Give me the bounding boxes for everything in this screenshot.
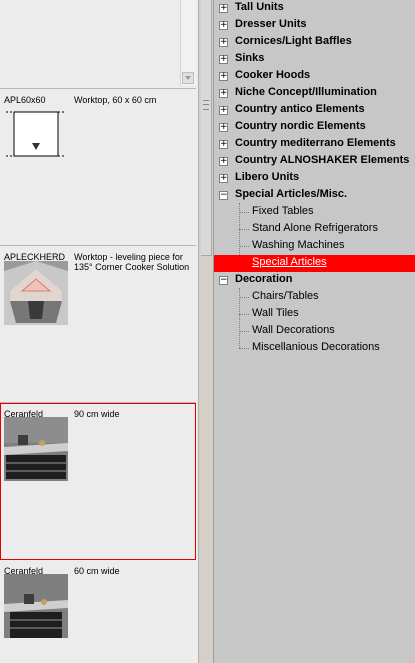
scrollbar-thumb[interactable] — [201, 0, 212, 256]
tree-item-label: Cooker Hoods — [235, 69, 311, 81]
tree-item-decoration[interactable]: − Decoration — [214, 272, 415, 289]
tree-item-dresser-units[interactable]: + Dresser Units — [214, 17, 415, 34]
cooker-thumbnail — [4, 417, 68, 481]
item-description: Worktop - leveling piece for 135° Corner… — [74, 252, 190, 272]
tree-item-cornices[interactable]: + Cornices/Light Baffles — [214, 34, 415, 51]
expand-icon[interactable]: + — [219, 123, 228, 132]
catalog-item-empty[interactable] — [0, 0, 196, 89]
tree-item-label: Sinks — [235, 52, 265, 64]
tree-item-label: Cornices/Light Baffles — [235, 35, 352, 47]
expand-icon[interactable]: + — [219, 89, 228, 98]
tree-item-label: Chairs/Tables — [252, 290, 319, 302]
worktop-thumbnail — [6, 111, 66, 157]
catalog-item[interactable]: APL60x60 Worktop, 60 x 60 cm — [0, 89, 196, 246]
expand-icon[interactable]: + — [219, 55, 228, 64]
expand-icon[interactable]: + — [219, 157, 228, 166]
item-description: 90 cm wide — [74, 409, 120, 419]
category-tree: + Tall Units + Dresser Units + Cornices/… — [214, 0, 415, 663]
tree-child-wall-tiles[interactable]: Wall Tiles — [214, 306, 415, 323]
tree-item-label: Libero Units — [235, 171, 300, 183]
tree-child-chairs-tables[interactable]: Chairs/Tables — [214, 289, 415, 306]
corner-worktop-thumbnail — [4, 261, 68, 325]
tree-item-label: Niche Concept/Illumination — [235, 86, 377, 98]
expand-icon[interactable]: + — [219, 21, 228, 30]
tree-item-label: Tall Units — [235, 1, 284, 13]
tree-item-label: Washing Machines — [252, 239, 345, 251]
item-description: Worktop, 60 x 60 cm — [74, 95, 157, 105]
scroll-down-icon[interactable] — [182, 72, 194, 84]
tree-item-country-alnoshaker[interactable]: + Country ALNOSHAKER Elements — [214, 153, 415, 170]
grip-icon — [203, 100, 209, 110]
tree-item-label: Country antico Elements — [235, 103, 365, 115]
tree-item-label: Decoration — [235, 273, 293, 285]
item-code: APL60x60 — [4, 95, 46, 105]
tree-item-special-articles-misc[interactable]: − Special Articles/Misc. — [214, 187, 415, 204]
tree-item-country-mediterrano[interactable]: + Country mediterrano Elements — [214, 136, 415, 153]
tree-item-label: Wall Tiles — [252, 307, 299, 319]
catalog-item[interactable]: APLECKHERD Worktop - leveling piece for … — [0, 246, 196, 403]
item-description: 60 cm wide — [74, 566, 120, 576]
panel-splitter[interactable] — [198, 0, 214, 663]
expand-icon[interactable]: + — [219, 38, 228, 47]
tree-item-cooker-hoods[interactable]: + Cooker Hoods — [214, 68, 415, 85]
expand-icon[interactable]: + — [219, 4, 228, 13]
tree-child-misc-decorations[interactable]: Miscellanious Decorations — [214, 340, 415, 357]
cooker-thumbnail — [4, 574, 68, 638]
tree-child-refrigerators[interactable]: Stand Alone Refrigerators — [214, 221, 415, 238]
catalog-item[interactable]: Ceranfeld 60 cm wide — [0, 560, 196, 663]
item-scrollbar[interactable] — [180, 0, 196, 86]
tree-child-fixed-tables[interactable]: Fixed Tables — [214, 204, 415, 221]
tree-item-label: Country ALNOSHAKER Elements — [235, 154, 410, 166]
tree-item-libero-units[interactable]: + Libero Units — [214, 170, 415, 187]
tree-item-label: Dresser Units — [235, 18, 307, 30]
tree-item-sinks[interactable]: + Sinks — [214, 51, 415, 68]
tree-child-washing-machines[interactable]: Washing Machines — [214, 238, 415, 255]
collapse-icon[interactable]: − — [219, 276, 228, 285]
expand-icon[interactable]: + — [219, 106, 228, 115]
tree-item-label: Wall Decorations — [252, 324, 335, 336]
collapse-icon[interactable]: − — [219, 191, 228, 200]
tree-item-niche-concept[interactable]: + Niche Concept/Illumination — [214, 85, 415, 102]
tree-item-label: Special Articles/Misc. — [235, 188, 348, 200]
expand-icon[interactable]: + — [219, 72, 228, 81]
tree-item-country-antico[interactable]: + Country antico Elements — [214, 102, 415, 119]
tree-child-special-articles-selected[interactable]: Special Articles — [214, 255, 415, 272]
tree-item-label: Miscellanious Decorations — [252, 341, 380, 353]
tree-item-country-nordic[interactable]: + Country nordic Elements — [214, 119, 415, 136]
tree-child-wall-decorations[interactable]: Wall Decorations — [214, 323, 415, 340]
tree-item-label: Special Articles — [252, 256, 327, 268]
expand-icon[interactable]: + — [219, 140, 228, 149]
catalog-item-selected[interactable]: Ceranfeld 90 cm wide — [0, 403, 196, 560]
catalog-panel: APL60x60 Worktop, 60 x 60 cm APLECKHERD … — [0, 0, 198, 663]
tree-item-label: Country nordic Elements — [235, 120, 366, 132]
tree-item-tall-units[interactable]: + Tall Units — [214, 0, 415, 17]
expand-icon[interactable]: + — [219, 174, 228, 183]
tree-item-label: Country mediterrano Elements — [235, 137, 396, 149]
tree-item-label: Fixed Tables — [252, 205, 314, 217]
tree-item-label: Stand Alone Refrigerators — [252, 222, 378, 234]
